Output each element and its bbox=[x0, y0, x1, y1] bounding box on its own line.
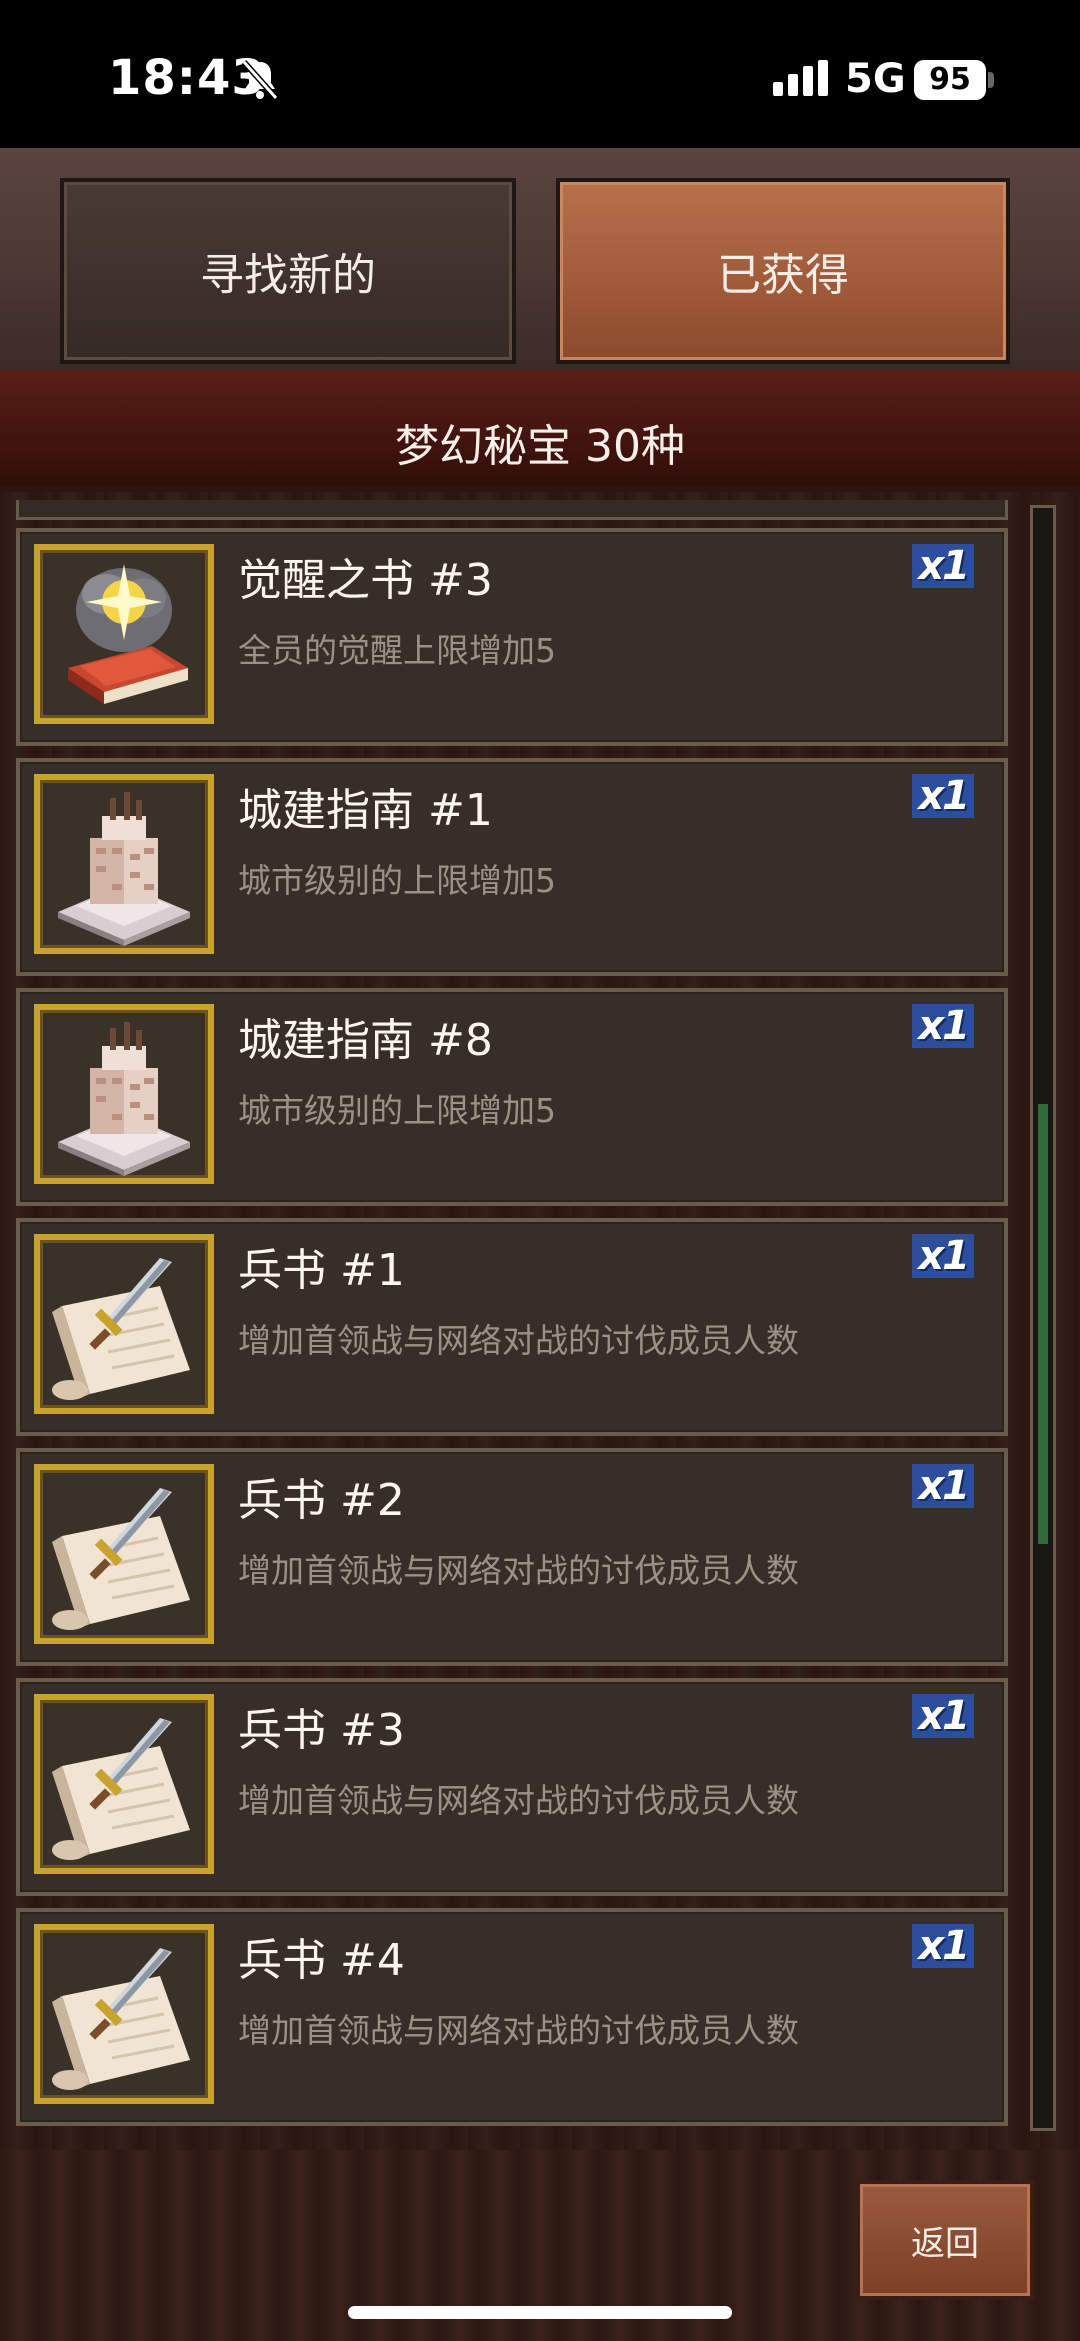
scroll-sword-icon bbox=[52, 1488, 190, 1630]
item-thumbnail bbox=[34, 1694, 214, 1874]
quantity-badge: x1 bbox=[912, 1004, 974, 1048]
quantity-badge: x1 bbox=[912, 1464, 974, 1508]
item-thumbnail bbox=[34, 1004, 214, 1184]
list-item[interactable]: 兵书 #3 增加首领战与网络对战的讨伐成员人数 x1 bbox=[16, 1678, 1008, 1896]
back-button[interactable]: 返回 bbox=[856, 2180, 1034, 2300]
list-item[interactable]: 城建指南 #1 城市级别的上限增加5 x1 bbox=[16, 758, 1008, 976]
item-description: 增加首领战与网络对战的讨伐成员人数 bbox=[238, 1781, 799, 1820]
list-item[interactable]: 觉醒之书 #3 全员的觉醒上限增加5 x1 bbox=[16, 528, 1008, 746]
quantity-badge: x1 bbox=[912, 1234, 974, 1278]
status-bar: 18:43 5G 95 bbox=[0, 0, 1080, 148]
quantity-badge: x1 bbox=[912, 544, 974, 588]
list-item[interactable]: 城建指南 #8 城市级别的上限增加5 x1 bbox=[16, 988, 1008, 1206]
signal-icon bbox=[773, 60, 828, 96]
list-item[interactable]: 兵书 #4 增加首领战与网络对战的讨伐成员人数 x1 bbox=[16, 1908, 1008, 2126]
item-description: 全员的觉醒上限增加5 bbox=[238, 631, 556, 670]
item-description: 增加首领战与网络对战的讨伐成员人数 bbox=[238, 1321, 799, 1360]
scroll-sword-icon bbox=[52, 1948, 190, 2090]
section-header: 梦幻秘宝 30种 bbox=[0, 370, 1080, 492]
item-thumbnail bbox=[34, 1924, 214, 2104]
item-title: 城建指南 #1 bbox=[238, 785, 493, 836]
cake-tower-icon bbox=[58, 1022, 190, 1176]
list-item-partial bbox=[16, 500, 1008, 520]
quantity-badge: x1 bbox=[912, 1694, 974, 1738]
item-thumbnail bbox=[34, 544, 214, 724]
scrollbar-thumb[interactable] bbox=[1038, 1104, 1048, 1544]
tab-find-new[interactable]: 寻找新的 bbox=[60, 178, 516, 364]
item-title: 兵书 #1 bbox=[238, 1245, 405, 1296]
item-title: 城建指南 #8 bbox=[238, 1015, 493, 1066]
scrollbar[interactable] bbox=[1030, 505, 1056, 2131]
quantity-badge: x1 bbox=[912, 1924, 974, 1968]
item-description: 增加首领战与网络对战的讨伐成员人数 bbox=[238, 2011, 799, 2050]
item-title: 觉醒之书 #3 bbox=[238, 555, 493, 606]
awakening-book-icon bbox=[68, 564, 188, 704]
home-indicator[interactable] bbox=[348, 2306, 732, 2319]
item-thumbnail bbox=[34, 1234, 214, 1414]
list-item[interactable]: 兵书 #2 增加首领战与网络对战的讨伐成员人数 x1 bbox=[16, 1448, 1008, 1666]
item-title: 兵书 #3 bbox=[238, 1705, 405, 1756]
item-thumbnail bbox=[34, 1464, 214, 1644]
item-title: 兵书 #2 bbox=[238, 1475, 405, 1526]
network-label: 5G bbox=[845, 56, 906, 102]
cake-tower-icon bbox=[58, 792, 190, 946]
item-description: 城市级别的上限增加5 bbox=[238, 861, 556, 900]
item-title: 兵书 #4 bbox=[238, 1935, 405, 1986]
battery-indicator: 95 bbox=[914, 60, 986, 100]
quantity-badge: x1 bbox=[912, 774, 974, 818]
tab-obtained[interactable]: 已获得 bbox=[556, 178, 1010, 364]
scroll-sword-icon bbox=[52, 1258, 190, 1400]
scroll-sword-icon bbox=[52, 1718, 190, 1860]
battery-tip bbox=[988, 72, 994, 88]
item-description: 城市级别的上限增加5 bbox=[238, 1091, 556, 1130]
item-description: 增加首领战与网络对战的讨伐成员人数 bbox=[238, 1551, 799, 1590]
list-item[interactable]: 兵书 #1 增加首领战与网络对战的讨伐成员人数 x1 bbox=[16, 1218, 1008, 1436]
bell-muted-icon bbox=[241, 60, 279, 100]
page-title: 梦幻秘宝 30种 bbox=[395, 421, 685, 472]
item-thumbnail bbox=[34, 774, 214, 954]
tab-bar: 寻找新的 已获得 bbox=[0, 148, 1080, 370]
